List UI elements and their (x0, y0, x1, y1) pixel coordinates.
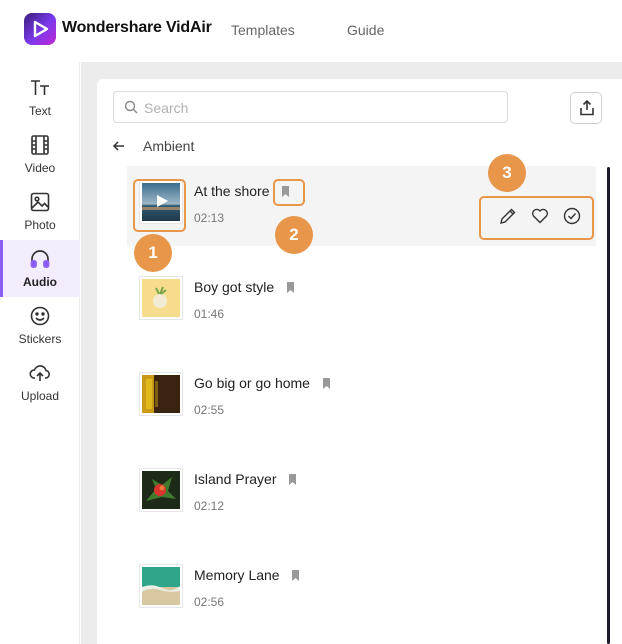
sidebar-item-label: Text (28, 104, 51, 118)
track-duration: 02:12 (194, 499, 225, 513)
image-icon (29, 191, 51, 213)
sidebar-item-label: Upload (20, 389, 60, 403)
highlight-play-thumbnail (133, 179, 186, 232)
track-row[interactable]: Boy got style 01:46 (127, 262, 596, 342)
share-upload-icon (580, 99, 594, 116)
track-duration: 01:46 (194, 307, 225, 321)
highlight-bookmark (273, 179, 305, 206)
bookmark-icon[interactable] (288, 472, 297, 488)
bookmark-icon[interactable] (291, 568, 300, 584)
highlight-actions (479, 196, 594, 240)
track-thumbnail[interactable] (139, 564, 183, 608)
track-title: Memory Lane (194, 567, 280, 583)
annotation-badge-3: 3 (488, 154, 526, 192)
annotation-badge-2: 2 (275, 216, 313, 254)
sidebar-item-photo[interactable]: Photo (0, 183, 80, 240)
bookmark-icon[interactable] (322, 376, 331, 392)
track-title: At the shore (194, 183, 270, 199)
track-row[interactable]: Island Prayer 02:12 (127, 454, 596, 534)
sidebar: Text Video Photo Audio Stickers Upload (0, 62, 80, 644)
bookmark-icon[interactable] (286, 280, 295, 296)
upload-button[interactable] (570, 92, 602, 124)
brand-name: Wondershare VidAir (62, 19, 212, 36)
film-icon (29, 134, 51, 156)
smiley-icon (29, 305, 51, 327)
text-icon (29, 77, 51, 99)
search-input[interactable] (144, 98, 494, 118)
sidebar-item-label: Audio (23, 275, 57, 289)
sidebar-item-label: Photo (24, 218, 56, 232)
breadcrumb-category: Ambient (143, 138, 195, 154)
track-title: Island Prayer (194, 471, 277, 487)
search-icon (124, 100, 138, 119)
track-thumbnail[interactable] (139, 276, 183, 320)
track-title: Go big or go home (194, 375, 310, 391)
sidebar-item-video[interactable]: Video (0, 126, 80, 183)
track-duration: 02:55 (194, 403, 225, 417)
headphones-icon (29, 248, 51, 270)
nav-templates[interactable]: Templates (231, 22, 295, 38)
top-bar: Wondershare VidAir Templates Guide (0, 0, 622, 62)
track-title: Boy got style (194, 279, 275, 295)
track-row[interactable]: Memory Lane 02:56 (127, 550, 596, 630)
track-row[interactable]: Go big or go home 02:55 (127, 358, 596, 438)
back-arrow-icon[interactable] (112, 139, 126, 153)
sidebar-item-label: Video (24, 161, 56, 175)
app-logo[interactable] (24, 13, 56, 45)
sidebar-item-text[interactable]: Text (0, 69, 80, 126)
scrollbar[interactable] (607, 167, 610, 644)
sidebar-item-upload[interactable]: Upload (0, 354, 80, 411)
sidebar-item-label: Stickers (18, 332, 62, 346)
annotation-badge-1: 1 (134, 234, 172, 272)
cloud-upload-icon (29, 362, 51, 384)
nav-guide[interactable]: Guide (347, 22, 384, 38)
track-duration: 02:13 (194, 211, 225, 225)
track-duration: 02:56 (194, 595, 225, 609)
sidebar-item-stickers[interactable]: Stickers (0, 297, 80, 354)
sidebar-item-audio[interactable]: Audio (0, 240, 80, 297)
search-box[interactable] (113, 91, 508, 123)
track-thumbnail[interactable] (139, 372, 183, 416)
track-thumbnail[interactable] (139, 468, 183, 512)
